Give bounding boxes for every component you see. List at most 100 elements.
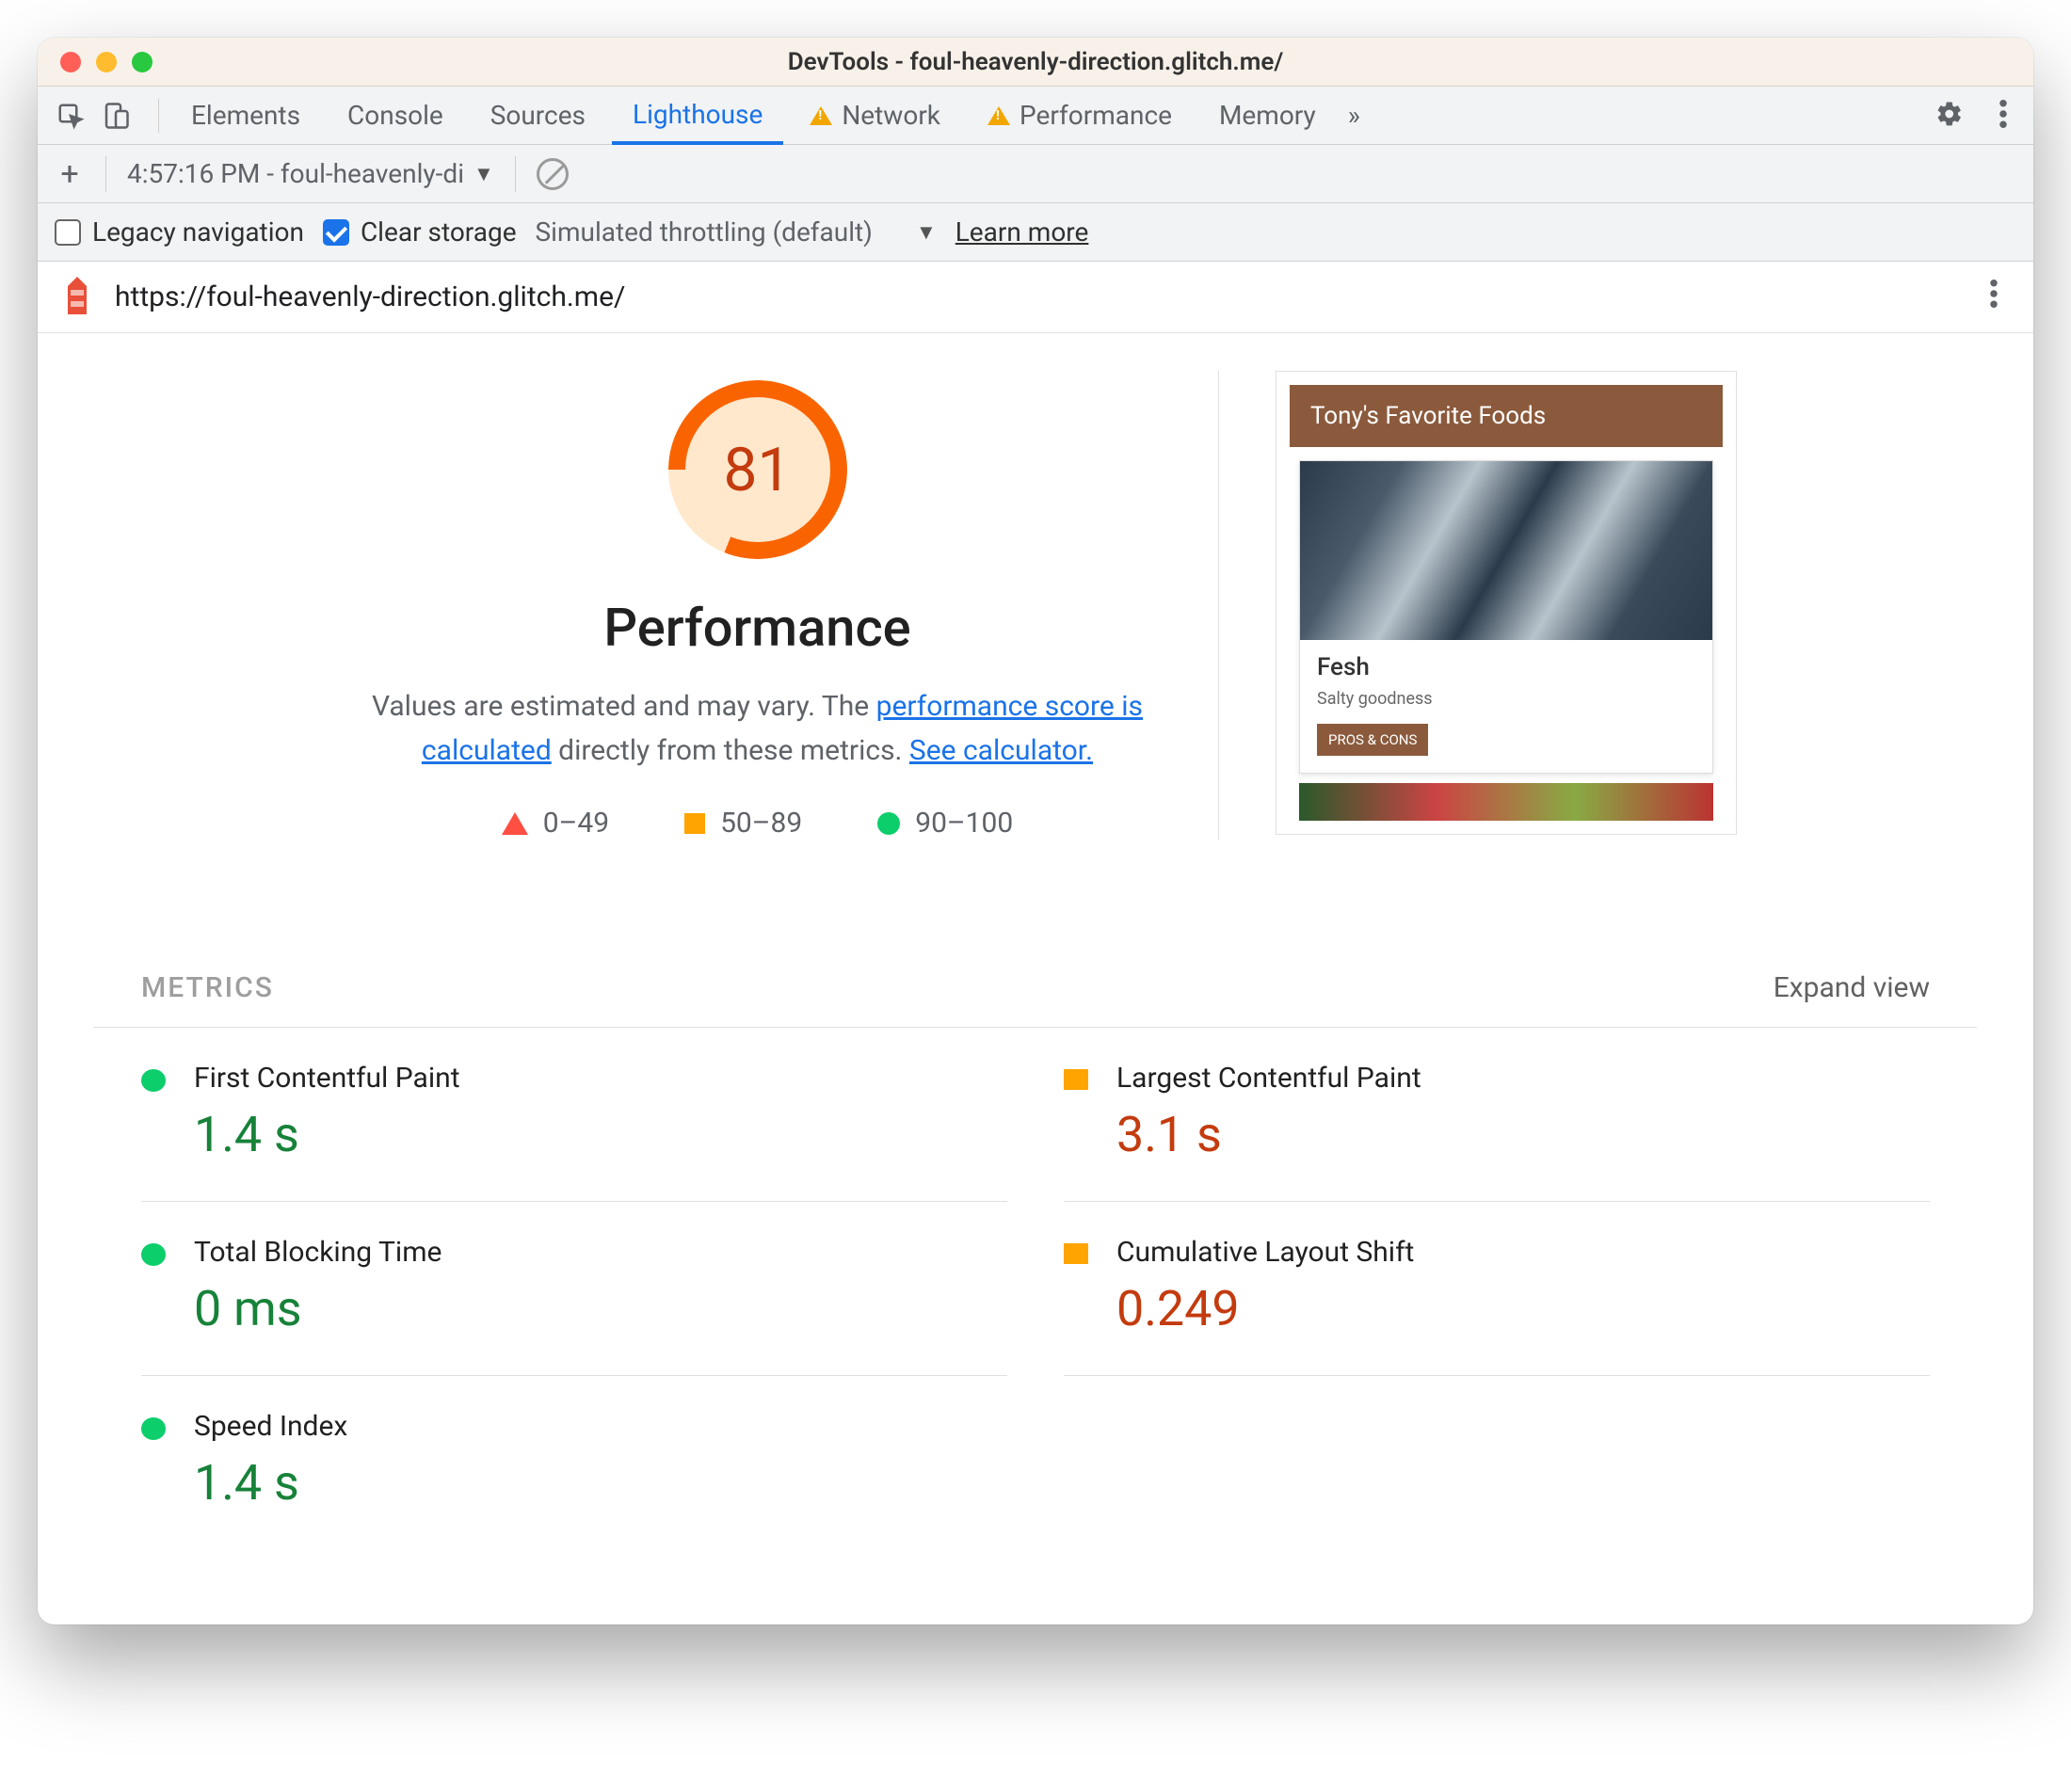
calculator-link[interactable]: See calculator. — [909, 734, 1093, 767]
legend-mid: 50–89 — [684, 807, 802, 840]
metric-label: Cumulative Layout Shift — [1116, 1236, 1414, 1269]
throttling-dropdown[interactable]: Simulated throttling (default) ▼ — [536, 216, 937, 248]
chevron-down-icon: ▼ — [474, 162, 494, 186]
status-square-icon — [1064, 1243, 1088, 1264]
tab-label: Memory — [1219, 100, 1316, 131]
more-tabs-icon[interactable]: » — [1348, 100, 1360, 131]
category-title: Performance — [603, 597, 910, 659]
tab-label: Lighthouse — [633, 99, 763, 130]
score-gauge: 81 — [668, 380, 847, 559]
expand-view-toggle[interactable]: Expand view — [1774, 971, 1930, 1004]
metric-value: 3.1 s — [1116, 1106, 1421, 1163]
preview-image — [1300, 461, 1712, 640]
clear-storage-checkbox[interactable]: Clear storage — [323, 216, 517, 248]
metric-cls[interactable]: Cumulative Layout Shift 0.249 — [1064, 1202, 1930, 1376]
url-row: https://foul-heavenly-direction.glitch.m… — [38, 262, 2033, 333]
metric-label: Largest Contentful Paint — [1116, 1062, 1421, 1095]
triangle-icon — [502, 812, 528, 835]
preview-header: Tony's Favorite Foods — [1290, 385, 1723, 447]
report-label: 4:57:16 PM - foul-heavenly-di — [127, 158, 464, 189]
status-circle-icon — [141, 1243, 166, 1266]
preview-card: Fesh Salty goodness PROS & CONS — [1299, 460, 1713, 774]
tab-elements[interactable]: Elements — [170, 87, 321, 144]
metric-value: 1.4 s — [194, 1454, 347, 1512]
page-screenshot-preview: Tony's Favorite Foods Fesh Salty goodnes… — [1276, 371, 1737, 835]
metric-label: First Contentful Paint — [194, 1062, 460, 1095]
settings-icon[interactable] — [1920, 100, 1979, 132]
status-square-icon — [1064, 1069, 1088, 1090]
preview-card-title: Fesh — [1317, 653, 1695, 681]
clear-icon[interactable] — [537, 158, 569, 190]
metric-speed-index[interactable]: Speed Index 1.4 s — [141, 1376, 1007, 1549]
warning-icon — [810, 106, 832, 125]
tab-label: Performance — [1019, 100, 1172, 131]
metric-value: 0 ms — [194, 1280, 441, 1337]
score-column: 81 Performance Values are estimated and … — [334, 371, 1219, 840]
tab-label: Network — [842, 100, 940, 131]
new-report-button[interactable]: + — [55, 159, 85, 189]
metric-tbt[interactable]: Total Blocking Time 0 ms — [141, 1202, 1007, 1376]
preview-card-button: PROS & CONS — [1317, 724, 1428, 756]
traffic-lights — [38, 52, 153, 72]
tab-sources[interactable]: Sources — [470, 87, 606, 144]
metric-value: 0.249 — [1116, 1280, 1414, 1337]
device-toggle-icon[interactable] — [102, 102, 130, 130]
metrics-heading: METRICS — [141, 971, 274, 1004]
legacy-nav-checkbox[interactable]: Legacy navigation — [55, 216, 304, 248]
minimize-icon[interactable] — [96, 52, 117, 72]
metric-label: Total Blocking Time — [194, 1236, 441, 1269]
kebab-menu-icon[interactable] — [1984, 100, 2022, 132]
report-toolbar: + 4:57:16 PM - foul-heavenly-di ▼ — [38, 145, 2033, 203]
tab-label: Sources — [490, 100, 586, 131]
window-title: DevTools - foul-heavenly-direction.glitc… — [38, 48, 2033, 76]
tab-lighthouse[interactable]: Lighthouse — [612, 88, 783, 145]
metrics-section: METRICS Expand view First Contentful Pai… — [94, 971, 1977, 1549]
separator — [158, 99, 159, 133]
legend-bad: 0–49 — [502, 807, 609, 840]
status-circle-icon — [141, 1069, 166, 1092]
circle-icon — [877, 812, 900, 835]
maximize-icon[interactable] — [132, 52, 153, 72]
tab-memory[interactable]: Memory — [1198, 87, 1337, 144]
square-icon — [684, 813, 705, 834]
metrics-header: METRICS Expand view — [94, 971, 1977, 1028]
metrics-grid: First Contentful Paint 1.4 s Largest Con… — [94, 1028, 1977, 1549]
chevron-down-icon: ▼ — [916, 220, 937, 245]
preview-card-subtitle: Salty goodness — [1317, 689, 1695, 709]
devtools-window: DevTools - foul-heavenly-direction.glitc… — [38, 38, 2033, 1624]
option-label: Simulated throttling (default) — [536, 216, 873, 248]
score-legend: 0–49 50–89 90–100 — [502, 807, 1013, 840]
metric-label: Speed Index — [194, 1410, 347, 1443]
checkbox-checked-icon — [323, 219, 349, 246]
learn-more-link[interactable]: Learn more — [955, 216, 1089, 248]
tabs-row: Elements Console Sources Lighthouse Netw… — [38, 87, 2033, 145]
lighthouse-icon — [58, 277, 96, 318]
warning-icon — [987, 106, 1010, 125]
tab-network[interactable]: Network — [789, 87, 961, 144]
tab-console[interactable]: Console — [327, 87, 464, 144]
kebab-menu-icon[interactable] — [1975, 280, 2013, 315]
report-body: 81 Performance Values are estimated and … — [38, 333, 2033, 1624]
score-value: 81 — [685, 397, 830, 542]
separator — [105, 156, 106, 192]
tab-performance[interactable]: Performance — [967, 87, 1193, 144]
options-row: Legacy navigation Clear storage Simulate… — [38, 203, 2033, 262]
tab-label: Console — [347, 100, 443, 131]
report-summary: 81 Performance Values are estimated and … — [94, 371, 1977, 840]
status-circle-icon — [141, 1417, 166, 1440]
legend-good: 90–100 — [877, 807, 1013, 840]
report-dropdown[interactable]: 4:57:16 PM - foul-heavenly-di ▼ — [127, 158, 494, 189]
titlebar: DevTools - foul-heavenly-direction.glitc… — [38, 38, 2033, 87]
separator — [515, 156, 516, 192]
metric-lcp[interactable]: Largest Contentful Paint 3.1 s — [1064, 1028, 1930, 1202]
tab-label: Elements — [191, 100, 300, 131]
option-label: Legacy navigation — [92, 216, 304, 248]
inspect-tools — [49, 102, 147, 130]
metric-fcp[interactable]: First Contentful Paint 1.4 s — [141, 1028, 1007, 1202]
inspect-element-icon[interactable] — [56, 102, 85, 130]
audited-url: https://foul-heavenly-direction.glitch.m… — [115, 280, 625, 313]
metric-value: 1.4 s — [194, 1106, 460, 1163]
close-icon[interactable] — [60, 52, 81, 72]
option-label: Clear storage — [361, 216, 517, 248]
checkbox-icon — [55, 219, 81, 246]
